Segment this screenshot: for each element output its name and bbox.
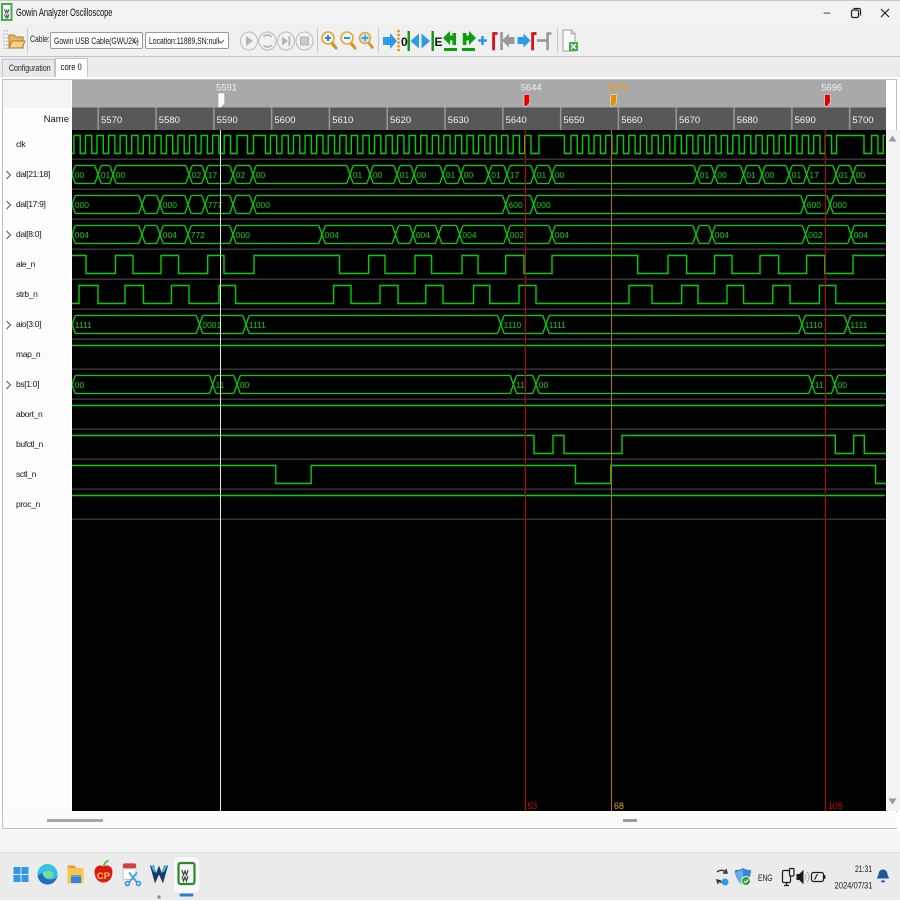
- svg-text:11: 11: [516, 380, 525, 390]
- svg-text:17: 17: [510, 170, 520, 180]
- svg-text:5690: 5690: [795, 115, 816, 126]
- svg-text:004: 004: [75, 230, 89, 240]
- svg-text:01: 01: [446, 170, 456, 180]
- svg-text:5620: 5620: [390, 115, 411, 126]
- svg-text:002: 002: [808, 230, 822, 240]
- svg-text:5591: 5591: [216, 83, 237, 94]
- svg-text:0001: 0001: [202, 320, 221, 330]
- svg-text:01: 01: [700, 170, 710, 180]
- svg-text:53: 53: [527, 801, 537, 811]
- svg-text:00: 00: [75, 170, 85, 180]
- svg-text:02: 02: [236, 170, 246, 180]
- svg-text:5660: 5660: [621, 115, 642, 126]
- svg-text:00: 00: [240, 380, 250, 390]
- svg-text:1110: 1110: [805, 320, 823, 330]
- svg-text:11: 11: [815, 380, 824, 390]
- svg-text:5650: 5650: [563, 115, 584, 126]
- svg-text:004: 004: [854, 230, 868, 240]
- svg-text:0: 0: [401, 35, 408, 49]
- svg-text:00: 00: [856, 170, 866, 180]
- svg-text:5590: 5590: [217, 115, 238, 126]
- svg-text:000: 000: [75, 200, 89, 210]
- svg-text:CP: CP: [97, 871, 111, 882]
- svg-text:02: 02: [192, 170, 202, 180]
- svg-text:600: 600: [509, 200, 523, 210]
- svg-text:5630: 5630: [448, 115, 469, 126]
- svg-text:000: 000: [163, 200, 177, 210]
- svg-text:00: 00: [539, 380, 549, 390]
- svg-text:600: 600: [807, 200, 821, 210]
- svg-text:5600: 5600: [274, 115, 295, 126]
- svg-text:5670: 5670: [679, 115, 700, 126]
- svg-text:1111: 1111: [850, 320, 867, 330]
- svg-text:2024/07/31: 2024/07/31: [835, 881, 873, 892]
- svg-text:004: 004: [163, 230, 177, 240]
- svg-text:004: 004: [416, 230, 430, 240]
- svg-text:00: 00: [717, 170, 727, 180]
- svg-text:E: E: [435, 35, 443, 49]
- svg-text:004: 004: [715, 230, 729, 240]
- svg-text:000: 000: [236, 230, 250, 240]
- svg-text:00: 00: [838, 380, 848, 390]
- svg-text:1111: 1111: [549, 320, 566, 330]
- svg-text:00: 00: [373, 170, 383, 180]
- svg-text:772: 772: [191, 230, 205, 240]
- svg-text:ENG: ENG: [758, 873, 773, 884]
- svg-text:5610: 5610: [332, 115, 353, 126]
- svg-text:5659: 5659: [607, 83, 628, 94]
- svg-text:1111: 1111: [75, 320, 92, 330]
- svg-text:000: 000: [536, 200, 550, 210]
- svg-text:5680: 5680: [737, 115, 758, 126]
- svg-text:17: 17: [208, 170, 218, 180]
- svg-text:00: 00: [417, 170, 427, 180]
- svg-text:00: 00: [555, 170, 565, 180]
- svg-text:21:31: 21:31: [855, 864, 872, 875]
- svg-text:01: 01: [491, 170, 501, 180]
- svg-text:004: 004: [462, 230, 476, 240]
- svg-text:000: 000: [256, 200, 270, 210]
- svg-text:004: 004: [555, 230, 569, 240]
- svg-text:01: 01: [353, 170, 363, 180]
- svg-text:01: 01: [839, 170, 849, 180]
- svg-text:01: 01: [746, 170, 756, 180]
- svg-text:00: 00: [116, 170, 126, 180]
- svg-text:68: 68: [614, 801, 624, 811]
- svg-text:5580: 5580: [159, 115, 180, 126]
- svg-text:004: 004: [325, 230, 339, 240]
- svg-text:01: 01: [537, 170, 547, 180]
- svg-text:5700: 5700: [852, 115, 873, 126]
- svg-text:5696: 5696: [821, 83, 842, 94]
- svg-text:000: 000: [833, 200, 847, 210]
- svg-text:00: 00: [464, 170, 474, 180]
- svg-text:002: 002: [510, 230, 524, 240]
- svg-text:17: 17: [809, 170, 819, 180]
- svg-text:01: 01: [101, 170, 111, 180]
- svg-text:00: 00: [75, 380, 85, 390]
- svg-text:5644: 5644: [521, 83, 542, 94]
- svg-text:5570: 5570: [101, 115, 122, 126]
- svg-text:00: 00: [765, 170, 775, 180]
- svg-text:00: 00: [256, 170, 266, 180]
- svg-text:5640: 5640: [506, 115, 527, 126]
- svg-text:105: 105: [828, 801, 843, 811]
- svg-text:1111: 1111: [249, 320, 266, 330]
- svg-text:1110: 1110: [504, 320, 522, 330]
- svg-text:01: 01: [792, 170, 802, 180]
- svg-text:01: 01: [400, 170, 410, 180]
